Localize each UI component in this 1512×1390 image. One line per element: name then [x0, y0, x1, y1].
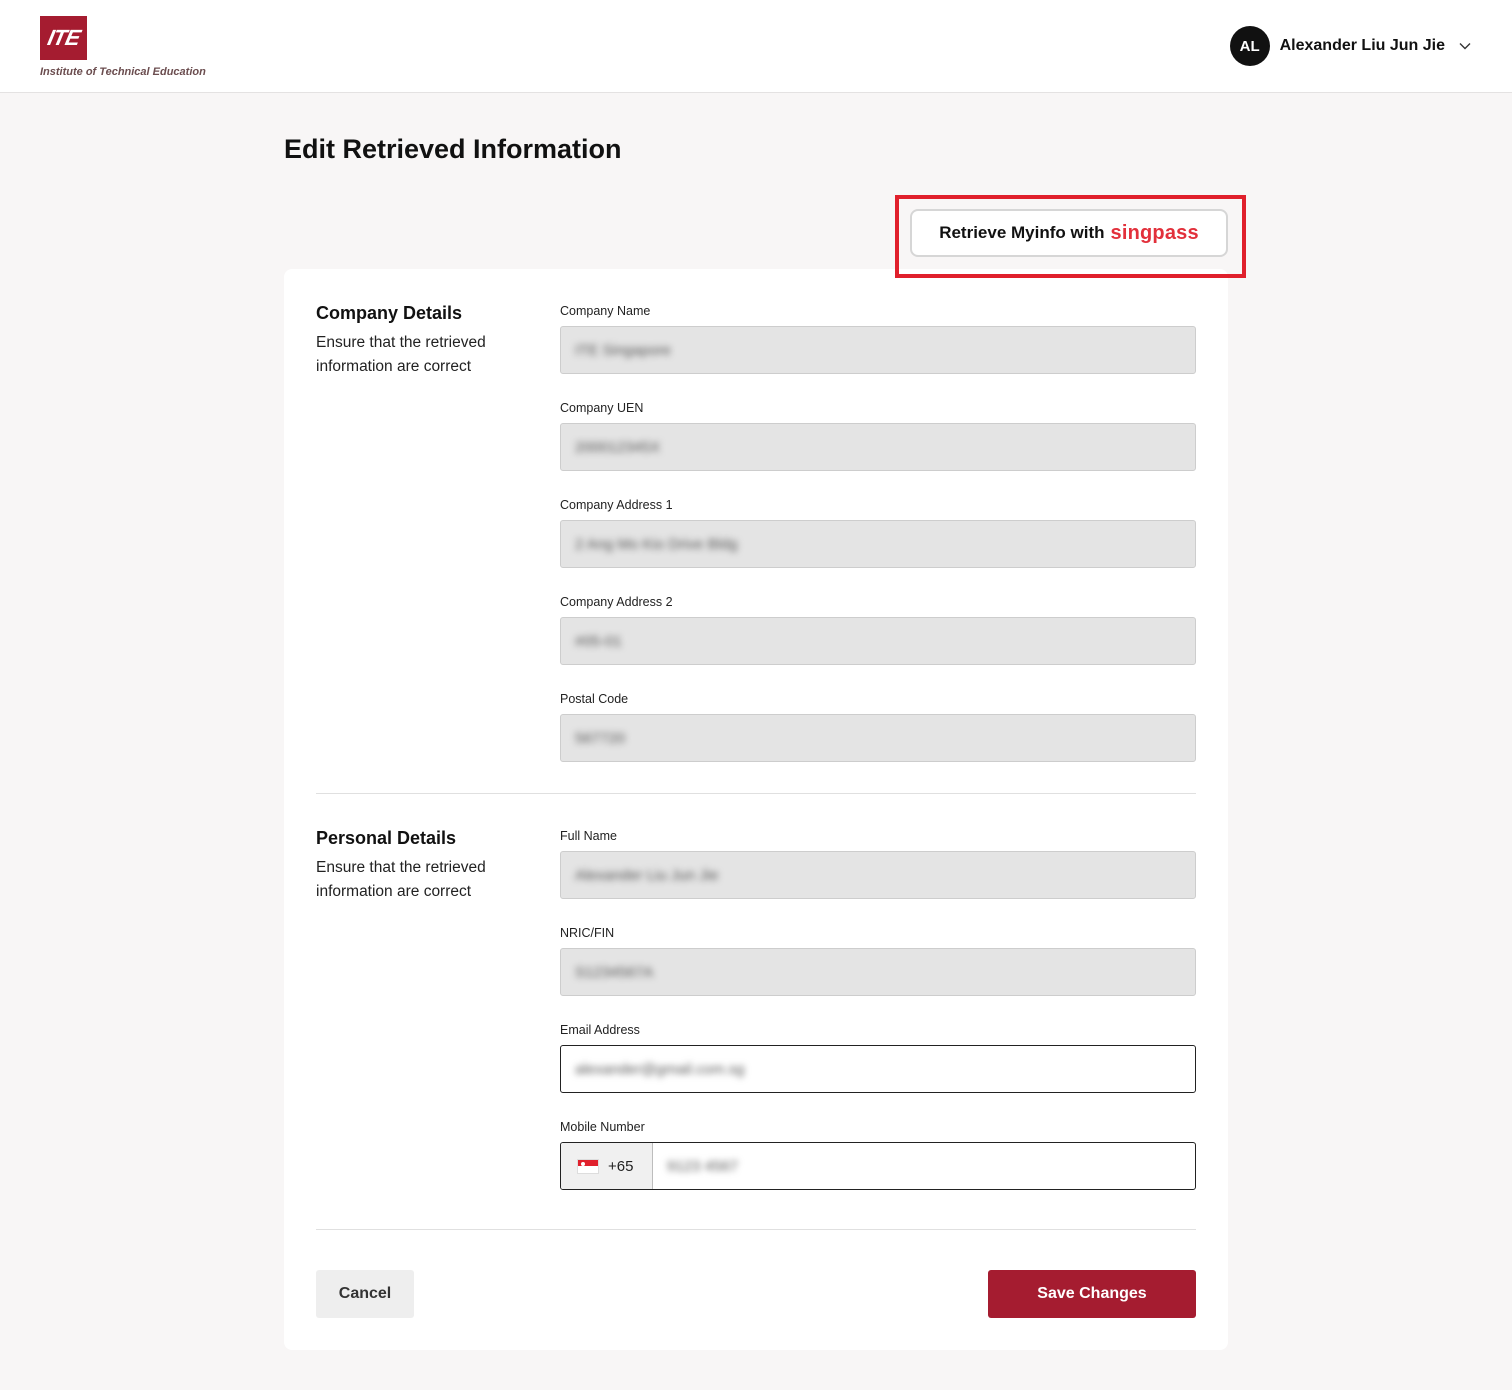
company-address-1-value: 2 Ang Mo Kio Drive Bldg [575, 535, 738, 553]
ite-logo[interactable]: ITE Institute of Technical Education [40, 16, 240, 82]
email-field[interactable]: alexander@gmail.com.sg [560, 1045, 1196, 1093]
company-address-2-label: Company Address 2 [560, 595, 673, 609]
retrieve-myinfo-label: Retrieve Myinfo with [939, 223, 1105, 242]
personal-section-description: Ensure that the retrieved information ar… [316, 859, 486, 900]
country-code-selector[interactable]: +65 [561, 1143, 653, 1189]
company-name-field[interactable]: ITE Singapore [560, 326, 1196, 374]
nric-field[interactable]: S1234567A [560, 948, 1196, 996]
singapore-flag-icon [577, 1158, 599, 1174]
company-uen-label: Company UEN [560, 401, 644, 415]
mobile-number-input[interactable]: 9123 4567 [653, 1143, 1195, 1189]
email-label: Email Address [560, 1023, 640, 1037]
company-section-description: Ensure that the retrieved information ar… [316, 334, 486, 375]
company-uen-value: 200012345X [575, 438, 661, 456]
country-code: +65 [608, 1157, 634, 1175]
page-title: Edit Retrieved Information [284, 134, 622, 164]
personal-section-title: Personal Details [316, 828, 457, 848]
company-section-title: Company Details [316, 303, 463, 323]
form-card: Company Details Ensure that the retrieve… [284, 269, 1228, 1350]
company-address-2-value: #05-01 [575, 632, 622, 650]
company-name-label: Company Name [560, 304, 651, 318]
singpass-logo: singpass [1110, 221, 1199, 244]
section-divider [316, 793, 1196, 794]
avatar: AL [1229, 26, 1270, 66]
retrieve-myinfo-button[interactable]: Retrieve Myinfo with singpass [910, 209, 1228, 257]
postal-code-label: Postal Code [560, 692, 629, 706]
ite-logo-mark: ITE [40, 16, 87, 60]
user-name: Alexander Liu Jun Jie [1279, 37, 1445, 54]
nric-label: NRIC/FIN [560, 926, 615, 940]
postal-code-value: 567720 [575, 729, 626, 747]
ite-logo-text: Institute of Technical Education [40, 66, 206, 78]
actions-divider [316, 1229, 1196, 1230]
company-uen-field[interactable]: 200012345X [560, 423, 1196, 471]
company-address-1-field[interactable]: 2 Ang Mo Kio Drive Bldg [560, 520, 1196, 568]
postal-code-field[interactable]: 567720 [560, 714, 1196, 762]
company-address-2-field[interactable]: #05-01 [560, 617, 1196, 665]
top-bar: ITE Institute of Technical Education AL … [0, 0, 1512, 93]
full-name-label: Full Name [560, 829, 617, 843]
full-name-field[interactable]: Alexander Liu Jun Jie [560, 851, 1196, 899]
mobile-number-label: Mobile Number [560, 1120, 645, 1134]
company-name-value: ITE Singapore [575, 341, 671, 359]
nric-value: S1234567A [575, 963, 654, 981]
full-name-value: Alexander Liu Jun Jie [575, 866, 719, 884]
save-changes-button[interactable]: Save Changes [988, 1270, 1196, 1318]
cancel-button[interactable]: Cancel [316, 1270, 414, 1318]
chevron-down-icon[interactable] [1458, 39, 1472, 53]
mobile-number-field: +65 9123 4567 [560, 1142, 1196, 1190]
user-menu[interactable]: AL Alexander Liu Jun Jie [1229, 26, 1472, 66]
company-address-1-label: Company Address 1 [560, 498, 673, 512]
mobile-number-value: 9123 4567 [667, 1157, 738, 1175]
email-value: alexander@gmail.com.sg [575, 1060, 745, 1078]
